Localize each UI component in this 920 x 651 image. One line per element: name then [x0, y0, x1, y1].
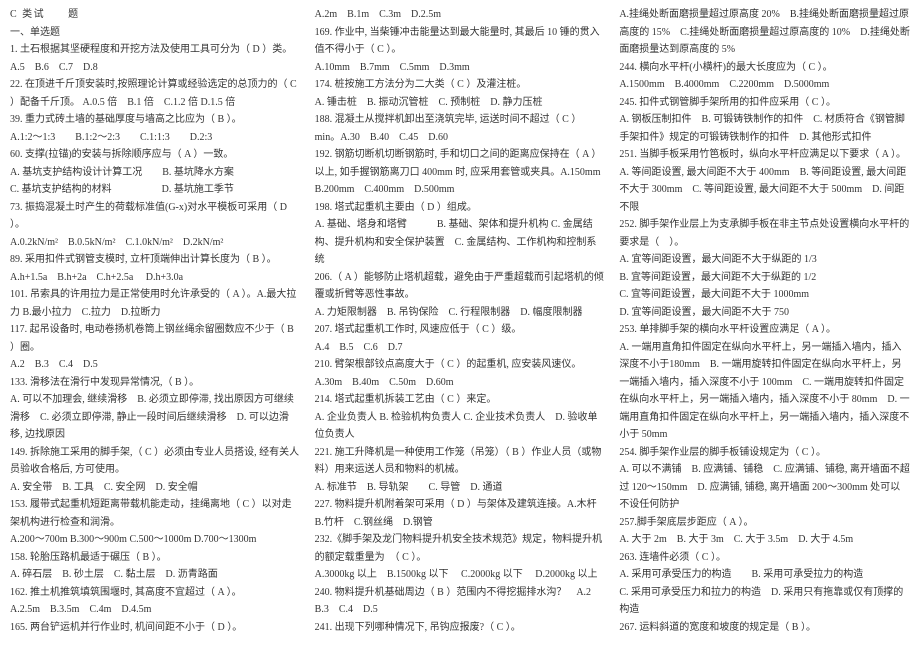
q89: 89. 采用扣件式钢管支模时, 立杆顶端伸出计算长度为（ B ）。A.h+1.5… [10, 251, 301, 286]
q162: 162. 推土机推筑填筑围堰时, 其高度不宜超过（ A ）。 [10, 584, 301, 602]
q133: 133. 滑移法在滑行中发现异常情况,（ B ）。 [10, 374, 301, 392]
q263-opts2: C. 采用可承受压力和拉力的构造 D. 采用只有拖靠或仅有顶撑的构造 [619, 584, 910, 619]
q252: 252. 脚手架作业层上为支承脚手板在非主节点处设置横向水平杆的要求是（ ）。 [619, 216, 910, 251]
q158: 158. 轮胎压路机最适于碾压（ B ）。 [10, 549, 301, 567]
q263-opts: A. 采用可承受压力的构造 B. 采用可承受拉力的构造 [619, 566, 910, 584]
q210: 210. 臂架根部铰点高度大于（ C ）的起重机, 应安装风速仪。A.30m B… [315, 356, 606, 391]
q117: 117. 起吊设备时, 电动卷扬机卷筒上钢丝绳余留圈数应不少于（ B ）圈。 [10, 321, 301, 356]
q60: 60. 支撑(拉锚)的安装与拆除顺序应与（ A ）一致。 [10, 146, 301, 164]
q263: 263. 连墙件必须（ C ）。 [619, 549, 910, 567]
exam-page: C 类试 题一、单选题1. 土石根据其坚硬程度和开挖方法及使用工具可分为（ D … [0, 0, 920, 651]
q149-opts: A. 安全带 B. 工具 C. 安全网 D. 安全帽 [10, 479, 301, 497]
q207: 207. 塔式起重机工作时, 风速应低于（ C ）级。 [315, 321, 606, 339]
q198: 198. 塔式起重机主要由（ D ）组成。 [315, 199, 606, 217]
q174: 174. 桩按施工方法分为二大类（ C ）及灌注桩。 [315, 76, 606, 94]
q188: 188. 混凝土从搅拌机卸出至浇筑完毕, 运送时间不超过（ C ）min。A.3… [315, 111, 606, 146]
q174-opts: A. 锤击桩 B. 振动沉管桩 C. 预制桩 D. 静力压桩 [315, 94, 606, 112]
q1: 1. 土石根据其坚硬程度和开挖方法及使用工具可分为（ D ）类。A.5 B.6 … [10, 41, 301, 76]
q227: 227. 物料提升机附着架可采用（ D ）与架体及建筑连接。A.木杆 B.竹杆 … [315, 496, 606, 531]
q257-opts: A. 大于 2m B. 大于 3m C. 大于 3.5m D. 大于 4.5m [619, 531, 910, 549]
q149: 149. 拆除施工采用的脚手架,（ C ）必须由专业人员搭设, 经有关人员验收合… [10, 444, 301, 479]
q165: 165. 两台铲运机并行作业时, 机间间距不小于（ D ）。 [10, 619, 301, 637]
q240: 240. 物料提升机基础周边（ B ）范围内不得挖掘排水沟？ A.2 B.3 C… [315, 584, 606, 619]
q214-opts: A. 企业负责人 B. 检验机构负责人 C. 企业技术负责人 D. 验收单位负责… [315, 409, 606, 444]
q232: 232.《脚手架及龙门物料提升机安全技术规范》规定，物料提升机的额定载重量为 （… [315, 531, 606, 566]
q221-opts: A. 标准节 B. 导轨架 C. 导管 D. 通道 [315, 479, 606, 497]
q221: 221. 施工升降机是一种使用工作笼（吊笼）（ B ）作业人员（或物料）用来运送… [315, 444, 606, 479]
q22: 22. 在顶进千斤顶安装时,按照理论计算或经验选定的总顶力的（ C ）配备千斤顶… [10, 76, 301, 111]
q252-opts2: B. 宜等间距设置，最大间距不大于纵距的 1/2 [619, 269, 910, 287]
q232-opts: A.3000kg 以上 B.1500kg 以下 C.2000kg 以下 D.20… [315, 566, 606, 584]
q244: 244. 横向水平杆(小横杆)的最大长度应为（ C ）。 [619, 59, 910, 77]
q39: 39. 重力式砖土墙的基础厚度与墙高之比应为（ B ）。 [10, 111, 301, 129]
q169-opts: A.10mm B.7mm C.5mm D.3mm [315, 59, 606, 77]
q206-opts: A. 力矩限制器 B. 吊钩保险 C. 行程限制器 D. 幅度限制器 [315, 304, 606, 322]
q117-opts: A.2 B.3 C.4 D.5 [10, 356, 301, 374]
q39-opts: A.1:2～1:3 B.1:2～2:3 C.1:1:3 D.2:3 [10, 129, 301, 147]
q251: 251. 当脚手板采用竹笆板时，纵向水平杆应满足以下要求（ A ）。 A. 等间… [619, 146, 910, 216]
q241: 241. 出现下列哪种情况下, 吊钩应报废?（ C ）。 [315, 619, 606, 637]
q252-opts3: C. 宜等间距设置，最大间距不大于 1000mm [619, 286, 910, 304]
q254-opts: A. 可以不满铺 B. 应满铺、铺稳 C. 应满铺、铺稳, 离开墙面不超过 12… [619, 461, 910, 514]
q257: 257.脚手架底层步距应（ A ）。 [619, 514, 910, 532]
q214: 214. 塔式起重机拆装工艺由（ C ）来定。 [315, 391, 606, 409]
q133-opts: A. 可以不加理会, 继续滑移 B. 必须立即停滞, 找出原因方可继续滑移 C.… [10, 391, 301, 444]
q241-opts: A.挂绳处断面磨损量超过原高度 20% B.挂绳处断面磨损量超过原高度的 15%… [619, 6, 910, 59]
q206: 206.（ A ）能够防止塔机超载，避免由于严重超载而引起塔机的倾覆或折臂等恶性… [315, 269, 606, 304]
q254: 254. 脚手架作业层的脚手板铺设规定为（ C ）。 [619, 444, 910, 462]
q162-opts: A.2.5m B.3.5m C.4m D.4.5m [10, 601, 301, 619]
q245-opts: A. 钢板压制扣件 B. 可锻铸铁制作的扣件 C. 材质符合《钢管脚手架扣件》规… [619, 111, 910, 146]
q73: 73. 振捣混凝土时产生的荷载标准值(G-x)对水平模板可采用（ D ）。 [10, 199, 301, 234]
q169: 169. 作业中, 当柴锤冲击能量达到最大能量时, 其最后 10 锤的贯入值不得… [315, 24, 606, 59]
exam-category: C 类试 题 [10, 6, 301, 24]
q252-opts: A. 宜等间距设置，最大间距不大于纵距的 1/3 [619, 251, 910, 269]
q244-opts: A.1500mm B.4000mm C.2200mm D.5000mm [619, 76, 910, 94]
q165-opts: A.2m B.1m C.3m D.2.5m [315, 6, 606, 24]
q153: 153. 履带式起重机短距离带载机能走动，挂绳离地（ C ）以对走架机构进行检查… [10, 496, 301, 531]
q252-opts4: D. 宜等间距设置，最大间距不大于 750 [619, 304, 910, 322]
q60-opts: A. 基坑支护结构设计计算工况 B. 基坑降水方案 [10, 164, 301, 182]
q253-opts: A. 一端用直角扣件固定在纵向水平杆上，另一端插入墙内，插入深度不小于180mm… [619, 339, 910, 444]
q192: 192. 钢筋切断机切断钢筋时, 手和切口之间的距离应保持在（ A ）以上, 如… [315, 146, 606, 199]
q158-opts: A. 碎石层 B. 砂土层 C. 黏土层 D. 沥青路面 [10, 566, 301, 584]
q207-opts: A.4 B.5 C.6 D.7 [315, 339, 606, 357]
q73-opts: A.0.2kN/m² B.0.5kN/m² C.1.0kN/m² D.2kN/m… [10, 234, 301, 252]
q60-opts2: C. 基坑支护结构的材料 D. 基坑施工季节 [10, 181, 301, 199]
q153-opts: A.200～700m B.300～900m C.500～1000m D.700～… [10, 531, 301, 549]
q253: 253. 单排脚手架的横向水平杆设置应满足（ A ）。 [619, 321, 910, 339]
section-1-heading: 一、单选题 [10, 24, 301, 42]
q101: 101. 吊索具的许用拉力是正常使用时允许承受的（ A ）。A.最大拉力 B.最… [10, 286, 301, 321]
q267: 267. 运料斜道的宽度和坡度的规定是（ B ）。 [619, 619, 910, 637]
q198-opts: A. 基础、塔身和塔臂 B. 基础、架体和提升机构 C. 金属结构、提升机构和安… [315, 216, 606, 269]
q245: 245. 扣件式钢管脚手架所用的扣件应采用（ C ）。 [619, 94, 910, 112]
